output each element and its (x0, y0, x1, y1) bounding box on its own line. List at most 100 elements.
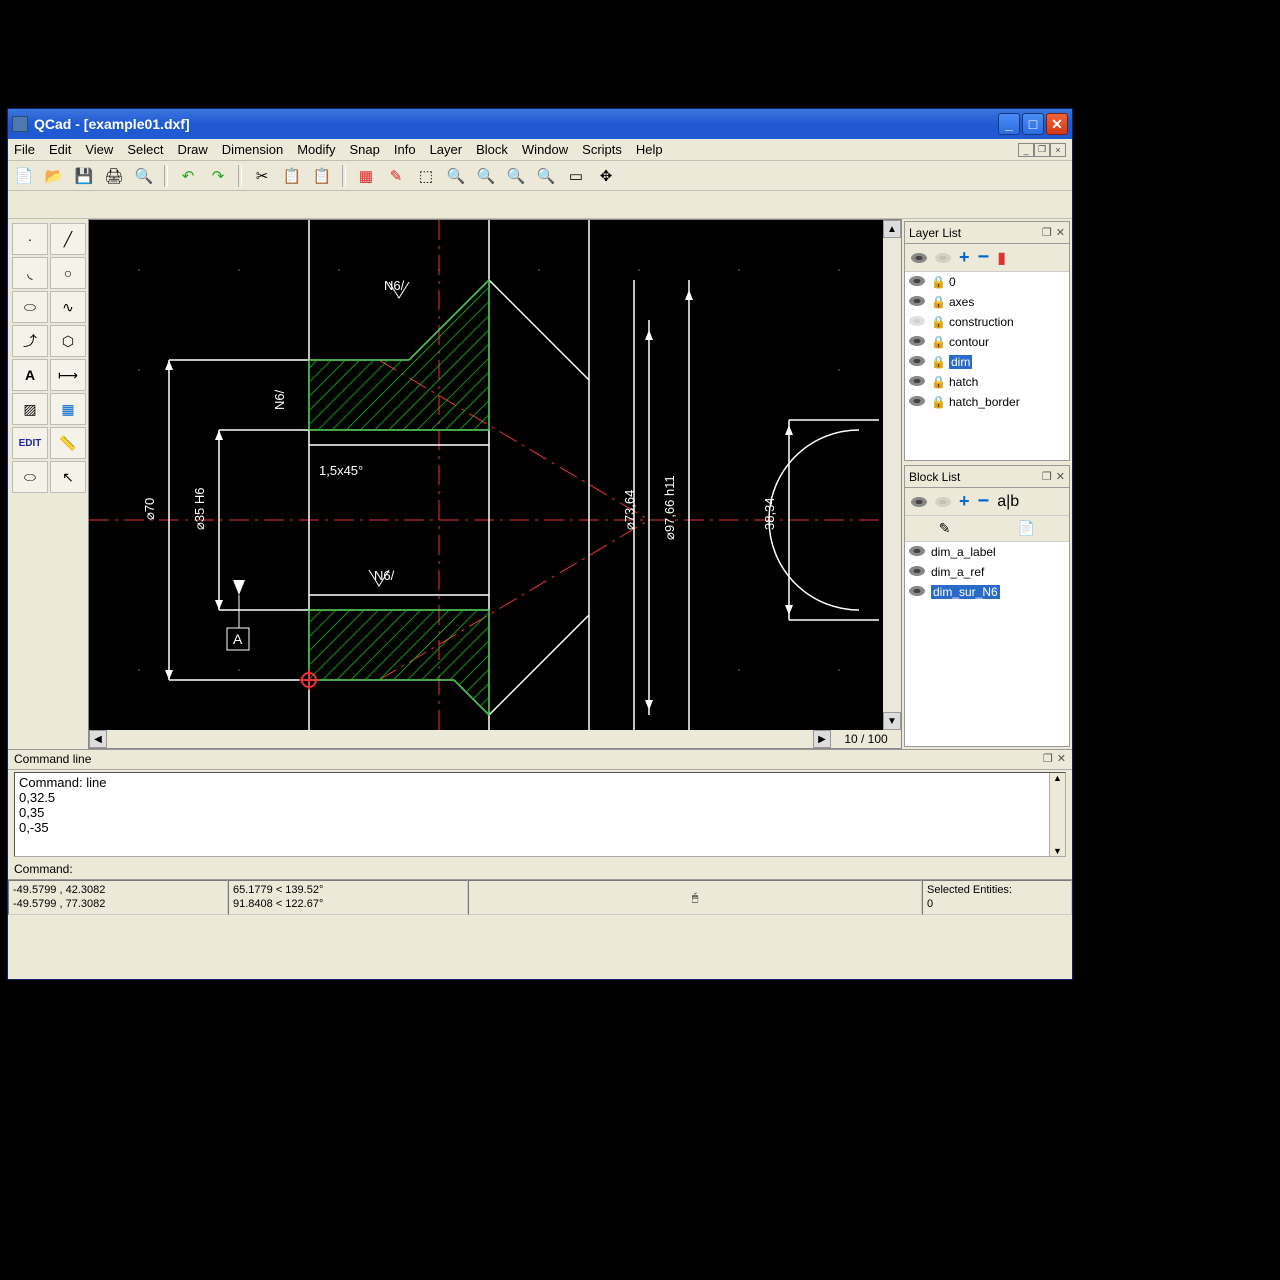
pan-icon[interactable]: ✥ (594, 164, 618, 188)
drawing-canvas[interactable]: ⌀70 ⌀35 H6 ⌀73,64 ⌀97,66 h11 38,34 1,5x4… (88, 219, 902, 749)
tool-dimension[interactable]: ⟼ (50, 359, 86, 391)
rename-block-icon[interactable]: a|b (997, 493, 1019, 511)
tool-measure[interactable]: 📏 (50, 427, 86, 459)
zoom-window-icon[interactable]: 🔍 (534, 164, 558, 188)
insert-block-icon[interactable]: 📄 (1018, 520, 1035, 537)
menu-window[interactable]: Window (522, 142, 568, 157)
menu-block[interactable]: Block (476, 142, 508, 157)
menu-view[interactable]: View (85, 142, 113, 157)
tool-ellipse[interactable]: ⬭ (12, 291, 48, 323)
menu-snap[interactable]: Snap (350, 142, 380, 157)
mdi-close-icon[interactable]: × (1050, 143, 1066, 157)
cut-icon[interactable]: ✂ (250, 164, 274, 188)
block-list[interactable]: dim_a_label dim_a_ref dim_sur_N6 (905, 542, 1069, 746)
layer-list[interactable]: 🔒0 🔒axes 🔒construction 🔒contour 🔒dim 🔒ha… (905, 272, 1069, 460)
menu-draw[interactable]: Draw (177, 142, 207, 157)
zoom-extents-icon[interactable]: 🔍 (504, 164, 528, 188)
tool-raster[interactable]: ▦ (50, 393, 86, 425)
tool-hatch[interactable]: ▨ (12, 393, 48, 425)
new-file-icon[interactable]: 📄 (12, 164, 36, 188)
paste-icon[interactable]: 📋 (310, 164, 334, 188)
show-all-icon[interactable] (911, 253, 927, 263)
scroll-left-icon[interactable]: ◀ (89, 730, 107, 748)
mdi-minimize-icon[interactable]: _ (1018, 143, 1034, 157)
command-input-row[interactable]: Command: (8, 859, 1072, 879)
mdi-restore-icon[interactable]: ❐ (1034, 143, 1050, 157)
copy-icon[interactable]: 📋 (280, 164, 304, 188)
close-panel-icon[interactable]: ✕ (1057, 752, 1066, 767)
tool-spline[interactable]: ∿ (50, 291, 86, 323)
block-row: dim_a_ref (905, 562, 1069, 582)
layer-row: 🔒hatch (905, 372, 1069, 392)
zoom-in-icon[interactable]: 🔍 (444, 164, 468, 188)
close-panel-icon[interactable]: ✕ (1056, 470, 1065, 483)
print-icon[interactable]: 🖨 (102, 164, 126, 188)
open-file-icon[interactable]: 📂 (42, 164, 66, 188)
scroll-down-icon[interactable]: ▼ (1050, 846, 1065, 856)
menu-dimension[interactable]: Dimension (222, 142, 283, 157)
edit-block-icon[interactable]: ✎ (939, 520, 951, 537)
menu-info[interactable]: Info (394, 142, 416, 157)
tool-trim[interactable]: ⬭ (12, 461, 48, 493)
mdi-window-controls[interactable]: _ ❐ × (1018, 143, 1066, 157)
edit-layer-icon[interactable]: ▮ (997, 248, 1006, 268)
undo-icon[interactable]: ↶ (176, 164, 200, 188)
redo-icon[interactable]: ↷ (206, 164, 230, 188)
close-panel-icon[interactable]: ✕ (1056, 226, 1065, 239)
svg-text:N6/: N6/ (272, 389, 287, 410)
menu-modify[interactable]: Modify (297, 142, 335, 157)
zoom-previous-icon[interactable]: ▭ (564, 164, 588, 188)
block-row: dim_sur_N6 (905, 582, 1069, 602)
svg-text:⌀97,66 h11: ⌀97,66 h11 (662, 475, 677, 540)
remove-layer-icon[interactable]: − (978, 246, 990, 269)
select-window-icon[interactable]: ⬚ (414, 164, 438, 188)
undock-icon[interactable]: ❐ (1042, 226, 1052, 239)
window-title: QCad - [example01.dxf] (34, 116, 998, 132)
tool-polyline[interactable]: ⤴ (12, 325, 48, 357)
hide-all-blocks-icon[interactable] (935, 497, 951, 507)
zoom-ratio: 10 / 100 (831, 730, 901, 748)
zoom-out-icon[interactable]: 🔍 (474, 164, 498, 188)
menu-edit[interactable]: Edit (49, 142, 71, 157)
add-block-icon[interactable]: + (959, 491, 970, 512)
scroll-up-icon[interactable]: ▲ (883, 220, 901, 238)
draft-icon[interactable]: ✎ (384, 164, 408, 188)
tool-info[interactable]: ↖ (50, 461, 86, 493)
grid-icon[interactable]: ▦ (354, 164, 378, 188)
horizontal-scrollbar[interactable]: ◀ ▶ 10 / 100 (89, 730, 901, 748)
minimize-button[interactable]: _ (998, 113, 1020, 135)
scroll-up-icon[interactable]: ▲ (1050, 773, 1065, 783)
tool-text[interactable]: A (12, 359, 48, 391)
print-preview-icon[interactable]: 🔍 (132, 164, 156, 188)
tool-line[interactable]: ╱ (50, 223, 86, 255)
menu-file[interactable]: File (14, 142, 35, 157)
tool-edit[interactable]: EDIT (12, 427, 48, 459)
titlebar[interactable]: QCad - [example01.dxf] _ □ ✕ (8, 109, 1072, 139)
tool-arc[interactable]: ◟ (12, 257, 48, 289)
save-icon[interactable]: 💾 (72, 164, 96, 188)
svg-text:N6/: N6/ (374, 568, 395, 583)
hide-all-icon[interactable] (935, 253, 951, 263)
menu-scripts[interactable]: Scripts (582, 142, 622, 157)
undock-icon[interactable]: ❐ (1042, 470, 1052, 483)
show-all-blocks-icon[interactable] (911, 497, 927, 507)
scroll-down-icon[interactable]: ▼ (883, 712, 901, 730)
side-panels: Layer List ❐✕ + − ▮ 🔒0 🔒axes 🔒constructi… (902, 219, 1072, 749)
tool-circle[interactable]: ○ (50, 257, 86, 289)
menubar[interactable]: File Edit View Select Draw Dimension Mod… (8, 139, 1072, 161)
menu-select[interactable]: Select (127, 142, 163, 157)
menu-layer[interactable]: Layer (430, 142, 463, 157)
command-output: Command: line 0,32.5 0,35 0,-35 ▲▼ (14, 772, 1066, 857)
add-layer-icon[interactable]: + (959, 247, 970, 268)
tool-shape[interactable]: ⬡ (50, 325, 86, 357)
command-panel: Command line ❐✕ Command: line 0,32.5 0,3… (8, 749, 1072, 879)
remove-block-icon[interactable]: − (978, 490, 990, 513)
close-button[interactable]: ✕ (1046, 113, 1068, 135)
tool-palette: · ╱ ◟ ○ ⬭ ∿ ⤴ ⬡ A ⟼ ▨ ▦ EDIT 📏 ⬭ ↖ (8, 219, 88, 749)
undock-icon[interactable]: ❐ (1043, 752, 1053, 767)
scroll-right-icon[interactable]: ▶ (813, 730, 831, 748)
vertical-scrollbar[interactable]: ▲ ▼ (883, 220, 901, 730)
tool-point[interactable]: · (12, 223, 48, 255)
menu-help[interactable]: Help (636, 142, 663, 157)
maximize-button[interactable]: □ (1022, 113, 1044, 135)
